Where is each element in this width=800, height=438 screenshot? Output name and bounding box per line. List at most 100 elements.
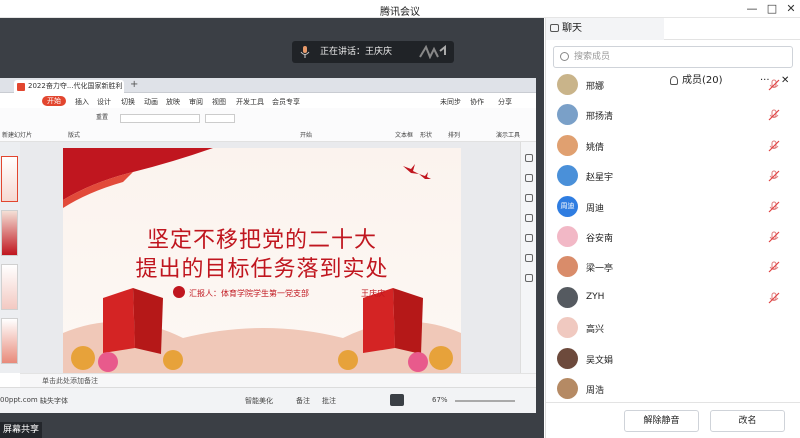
menu-unsynced[interactable]: 未同步	[440, 97, 461, 107]
ribbon-arrange[interactable]: 排列	[448, 130, 460, 139]
member-row[interactable]: ZYH	[546, 283, 800, 313]
menu-devtools[interactable]: 开发工具	[236, 97, 264, 107]
member-row[interactable]: 吴文娟	[546, 344, 800, 374]
mic-muted-icon[interactable]	[768, 109, 780, 121]
speaking-label: 正在讲话：王庆庆	[320, 47, 393, 57]
slide-thumb[interactable]	[1, 264, 18, 310]
slide-reporter: 汇报人：体育学院学生第一党支部	[189, 289, 309, 298]
member-row[interactable]: 周迪 周迪	[546, 192, 800, 222]
mic-muted-icon[interactable]	[768, 292, 780, 304]
notes-area[interactable]: 单击此处添加备注	[20, 373, 536, 387]
menu-insert[interactable]: 插入	[75, 97, 89, 107]
ribbon-textbox[interactable]: 文本框	[395, 130, 413, 139]
mic-muted-icon[interactable]	[768, 79, 780, 91]
menu-slideshow[interactable]: 放映	[166, 97, 180, 107]
tool-icon[interactable]	[525, 234, 533, 242]
tool-icon[interactable]	[525, 254, 533, 262]
tencent-meeting-window: 腾讯会议 — □ ✕ 正在讲话：王庆庆 2022奋力夺...代化国家新胜利 + …	[0, 0, 800, 438]
member-row[interactable]: 姚倩	[546, 131, 800, 161]
menu-collab[interactable]: 协作	[470, 97, 484, 107]
member-name: ZYH	[586, 291, 605, 302]
menu-share[interactable]: 分享	[498, 97, 512, 107]
mic-muted-icon[interactable]	[768, 140, 780, 152]
avatar	[557, 104, 578, 126]
menu-start[interactable]: 开始	[42, 96, 66, 106]
ribbon-new-slide[interactable]: 新建幻灯片	[2, 130, 32, 139]
menu-animation[interactable]: 动画	[144, 97, 158, 107]
slide-title-line-2: 提出的目标任务落到实处	[135, 257, 389, 282]
member-row[interactable]: 周浩	[546, 374, 800, 404]
member-row[interactable]: 赵星宇	[546, 161, 800, 191]
minimize-button[interactable]: —	[744, 2, 760, 16]
ribbon-reset[interactable]: 重置	[96, 112, 108, 121]
status-comment-button[interactable]: 批注	[322, 396, 336, 406]
member-name: 邢娜	[586, 82, 605, 92]
title-bar: 腾讯会议 — □ ✕	[0, 0, 800, 18]
speaking-indicator: 正在讲话：王庆庆	[292, 41, 454, 63]
search-placeholder: 搜索成员	[574, 52, 611, 62]
member-name: 周迪	[586, 203, 605, 214]
shared-screen[interactable]: 2022奋力夺...代化国家新胜利 + 开始 插入 设计 切换 动画 放映 审阅…	[0, 78, 536, 413]
maximize-button[interactable]: □	[764, 2, 780, 16]
menu-design[interactable]: 设计	[97, 97, 111, 107]
menu-member[interactable]: 会员专享	[272, 97, 300, 107]
tool-icon[interactable]	[525, 194, 533, 202]
member-row[interactable]: 邢扬清	[546, 100, 800, 130]
avatar	[557, 256, 578, 278]
member-name: 吴文娟	[586, 355, 614, 366]
tool-icon[interactable]	[525, 154, 533, 162]
mic-muted-icon[interactable]	[768, 261, 780, 273]
avatar: 周迪	[557, 195, 578, 217]
slide-thumb[interactable]	[1, 156, 18, 202]
member-row[interactable]: 梁一亭	[546, 252, 800, 282]
font-select[interactable]	[120, 114, 200, 123]
ppt-right-toolbar	[520, 142, 536, 373]
member-row[interactable]: 高兴	[546, 313, 800, 343]
menu-view[interactable]: 视图	[212, 97, 226, 107]
close-button[interactable]: ✕	[783, 2, 799, 16]
member-row[interactable]: 邢娜	[546, 70, 800, 100]
member-search-input[interactable]: 搜索成员	[553, 46, 793, 68]
tool-icon[interactable]	[525, 274, 533, 282]
menu-review[interactable]: 审阅	[189, 97, 203, 107]
member-name: 梁一亭	[586, 264, 614, 275]
status-notes-button[interactable]: 备注	[296, 396, 310, 406]
avatar	[557, 226, 578, 247]
current-slide[interactable]: 坚定不移把党的二十大 提出的目标任务落到实处 汇报人：体育学院学生第一党支部 王…	[63, 148, 461, 373]
ribbon-present-tools[interactable]: 演示工具	[496, 130, 520, 139]
slide-thumb[interactable]	[1, 318, 18, 364]
tab-chat[interactable]: 聊天	[546, 18, 664, 40]
status-zoom[interactable]: 67%	[432, 396, 448, 404]
ribbon-layout[interactable]: 版式	[68, 130, 80, 139]
avatar	[557, 347, 578, 369]
ribbon-shape[interactable]: 形状	[420, 130, 432, 139]
avatar	[557, 74, 578, 95]
ribbon-start[interactable]: 开始	[300, 130, 312, 139]
tool-icon[interactable]	[525, 214, 533, 222]
mic-muted-icon[interactable]	[768, 231, 780, 243]
zoom-slider[interactable]	[455, 400, 515, 402]
meeting-stage: 正在讲话：王庆庆 2022奋力夺...代化国家新胜利 + 开始 插入 设计 切换…	[0, 18, 544, 438]
ppt-ribbon: 新建幻灯片 版式 重置 开始 文本框 形状 排列 演示工具	[0, 108, 536, 142]
rename-button[interactable]: 改名	[710, 410, 785, 432]
member-row[interactable]: 谷安南	[546, 222, 800, 252]
member-name: 邢扬清	[586, 112, 614, 123]
play-slideshow-button[interactable]	[390, 394, 404, 406]
ppt-file-name: 2022奋力夺...代化国家新胜利	[28, 82, 123, 90]
mic-muted-icon[interactable]	[768, 170, 780, 182]
status-missing-font[interactable]: 缺失字体	[40, 396, 68, 406]
menu-transition[interactable]: 切换	[121, 97, 135, 107]
speaker-mic-icon	[300, 46, 310, 58]
font-size-select[interactable]	[205, 114, 235, 123]
ppt-file-tab[interactable]: 2022奋力夺...代化国家新胜利	[14, 80, 124, 93]
avatar	[557, 134, 578, 156]
ppt-file-icon	[17, 83, 25, 91]
status-smart-beautify[interactable]: 智能美化	[245, 396, 273, 406]
new-tab-plus-icon[interactable]: +	[130, 79, 138, 90]
tool-icon[interactable]	[525, 174, 533, 182]
mic-muted-icon[interactable]	[768, 201, 780, 213]
panel-tabs: 聊天 成员(20) ··· ✕	[546, 18, 800, 92]
unmute-button[interactable]: 解除静音	[624, 410, 699, 432]
avatar	[557, 165, 578, 187]
slide-thumb[interactable]	[1, 210, 18, 256]
